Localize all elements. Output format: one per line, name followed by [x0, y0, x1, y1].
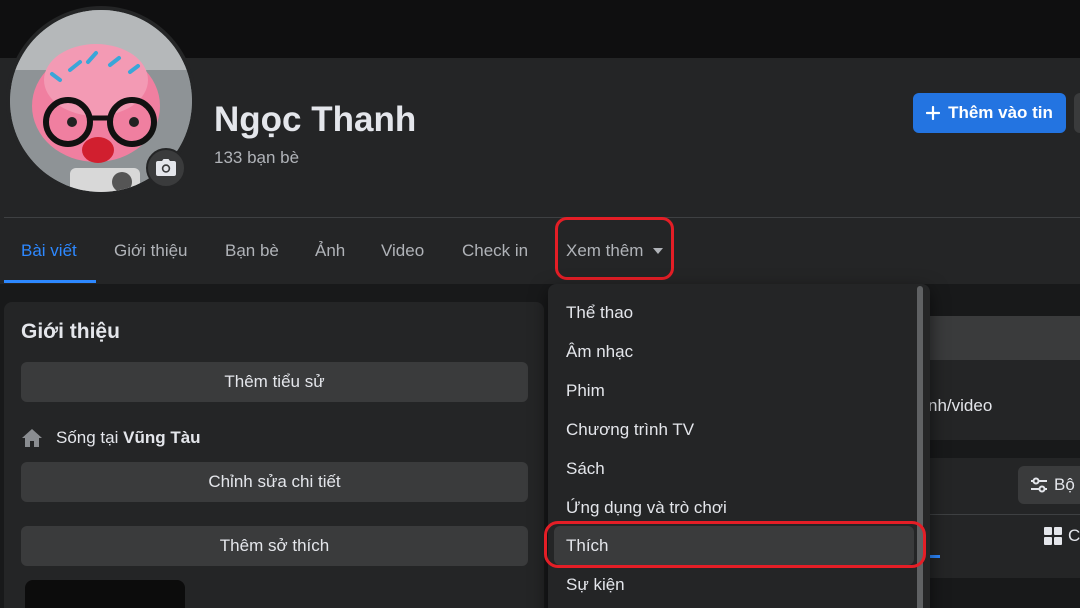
filter-label: Bộ: [1054, 475, 1075, 494]
filter-icon: [1031, 477, 1047, 493]
menu-item-movies[interactable]: Phim: [566, 371, 605, 410]
tab-video[interactable]: Video: [381, 218, 424, 284]
lives-in-text: Sống tại Vũng Tàu: [56, 428, 201, 448]
tab-video-label: Video: [381, 241, 425, 260]
highlight-likes-item: [544, 521, 926, 568]
home-icon: [22, 429, 42, 447]
tab-photos-label: Ảnh: [315, 241, 346, 260]
tab-friends[interactable]: Bạn bè: [225, 218, 279, 284]
tab-about[interactable]: Giới thiệu: [114, 218, 188, 284]
menu-item-books[interactable]: Sách: [566, 449, 605, 488]
lives-in-row: Sống tại Vũng Tàu: [21, 425, 201, 451]
change-avatar-button[interactable]: [146, 148, 186, 188]
menu-item-sports[interactable]: Thể thao: [566, 293, 633, 332]
lives-in-city[interactable]: Vũng Tàu: [123, 428, 200, 447]
menu-item-tv-shows[interactable]: Chương trình TV: [566, 410, 694, 449]
highlight-more-tab: [555, 217, 674, 280]
create-post-card[interactable]: [930, 316, 1080, 360]
tab-photos[interactable]: Ảnh: [315, 218, 345, 284]
tab-about-label: Giới thiệu: [114, 241, 188, 260]
add-bio-label: Thêm tiểu sử: [224, 372, 325, 391]
tab-friends-label: Bạn bè: [225, 241, 279, 260]
grid-icon: [1044, 527, 1062, 545]
edit-details-label: Chỉnh sửa chi tiết: [208, 472, 341, 491]
menu-item-music[interactable]: Âm nhạc: [566, 332, 633, 371]
tab-check-in-label: Check in: [462, 241, 529, 260]
add-to-story-label: Thêm vào tin: [948, 103, 1053, 122]
lives-in-prefix: Sống tại: [56, 428, 119, 447]
add-bio-button[interactable]: Thêm tiểu sử: [21, 362, 528, 402]
tab-check-in[interactable]: Check in: [462, 218, 528, 284]
tab-posts-label: Bài viết: [21, 241, 77, 260]
camera-icon: [156, 159, 176, 176]
grid-view-button[interactable]: C: [1044, 526, 1080, 546]
add-hobbies-button[interactable]: Thêm sở thích: [21, 526, 528, 566]
tab-posts[interactable]: Bài viết: [21, 218, 77, 284]
right-divider: [930, 514, 1080, 515]
photo-video-label[interactable]: nh/video: [928, 396, 992, 416]
add-hobbies-label: Thêm sở thích: [219, 536, 330, 555]
intro-title: Giới thiệu: [21, 320, 120, 343]
grid-view-label: C: [1068, 526, 1080, 545]
add-to-story-button[interactable]: Thêm vào tin: [913, 93, 1066, 133]
plus-icon: [926, 106, 941, 120]
edit-profile-button[interactable]: [1074, 93, 1080, 133]
friends-count[interactable]: 133 bạn bè: [214, 148, 299, 168]
edit-details-button[interactable]: Chỉnh sửa chi tiết: [21, 462, 528, 502]
menu-item-events[interactable]: Sự kiện: [566, 565, 625, 604]
featured-photo[interactable]: [25, 580, 185, 608]
filter-button[interactable]: Bộ: [1018, 466, 1080, 504]
profile-name: Ngọc Thanh: [214, 100, 417, 139]
active-tab-indicator: [4, 280, 96, 283]
